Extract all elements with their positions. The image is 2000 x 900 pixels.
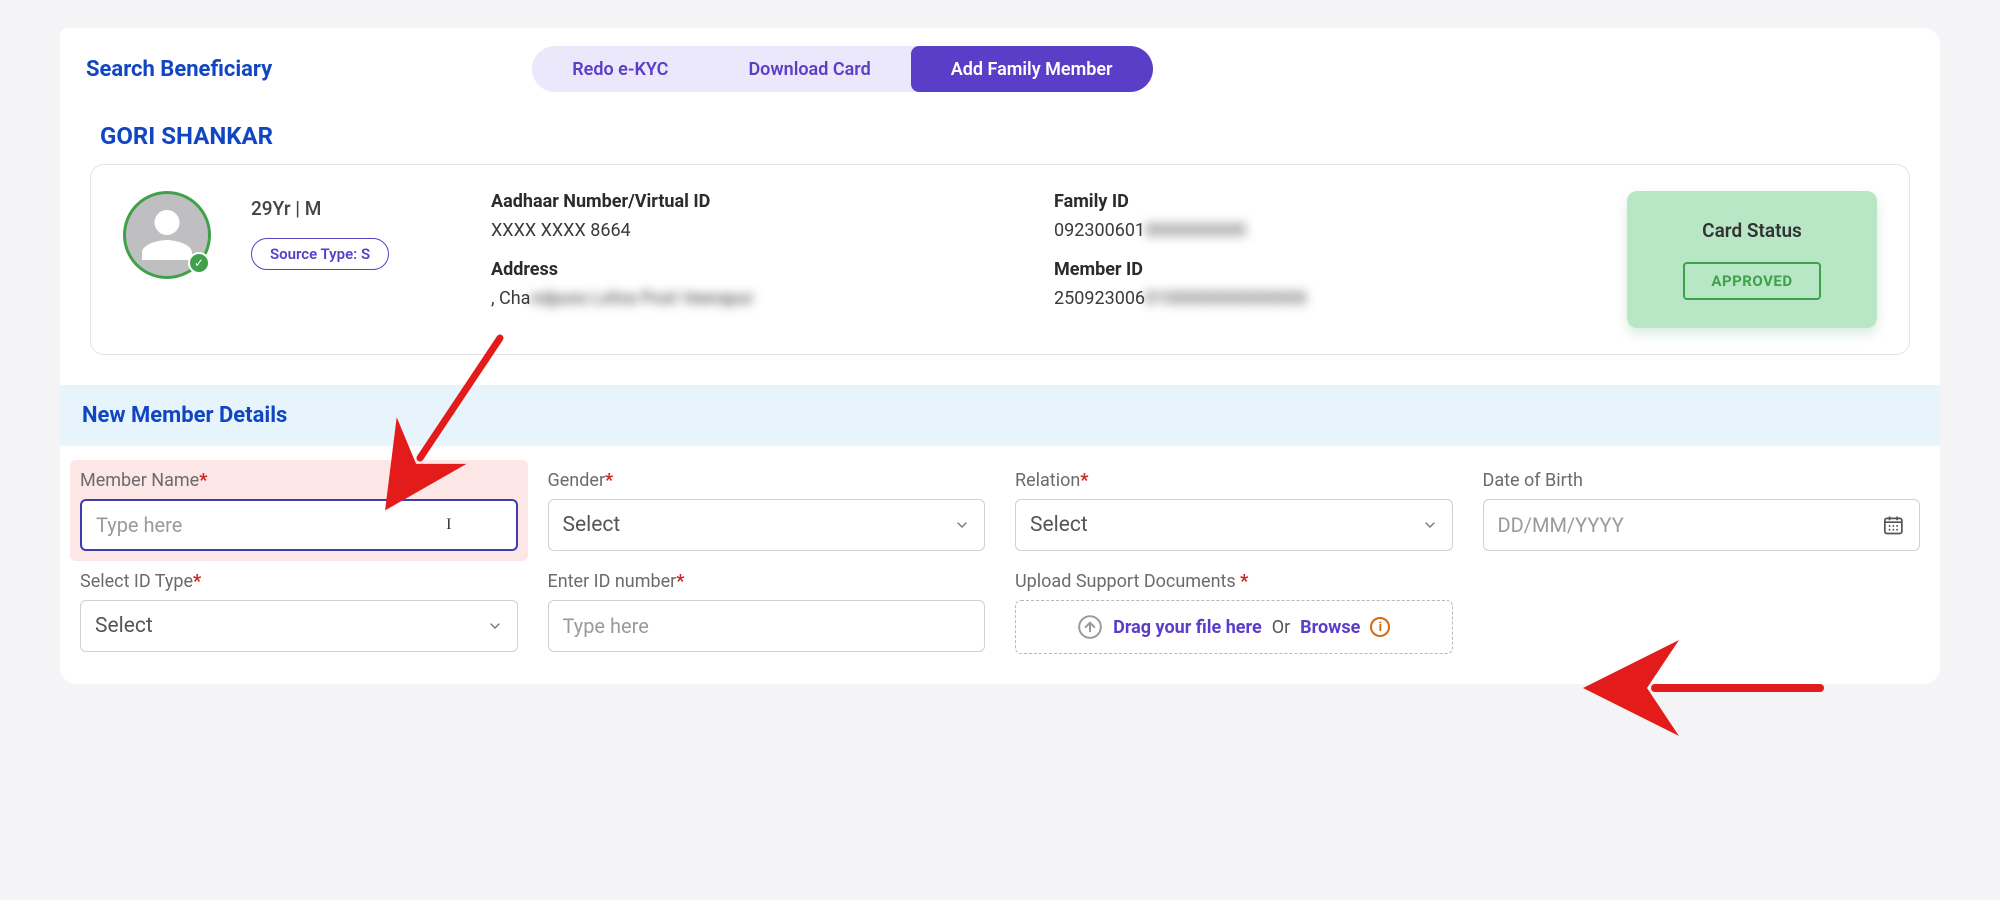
address-label: Address [491, 259, 1024, 280]
family-id-value: 0923006010000000000 [1054, 220, 1587, 241]
card-status-box: Card Status APPROVED [1627, 191, 1877, 328]
id-number-cell: Enter ID number* [548, 571, 986, 654]
info-grid: Aadhaar Number/Virtual ID XXXX XXXX 8664… [491, 191, 1587, 309]
member-name-input-wrap: I [80, 499, 518, 551]
gender-label: Gender* [548, 470, 986, 491]
gender-select[interactable]: Select [548, 499, 986, 551]
dob-label: Date of Birth [1483, 470, 1921, 491]
avatar-block: ✓ [123, 191, 211, 279]
relation-cell: Relation* Select [1015, 470, 1453, 551]
aadhaar-value: XXXX XXXX 8664 [491, 220, 1024, 241]
form-row-2: Select ID Type* Select Enter ID number* … [60, 561, 1940, 664]
dob-input[interactable] [1483, 499, 1921, 551]
address-field: Address , Chandpura Lohra Post Veerapur [491, 259, 1024, 309]
id-number-input-wrap [548, 600, 986, 652]
beneficiary-detail-card: ✓ 29Yr | M Source Type: S Aadhaar Number… [90, 164, 1910, 355]
basic-info: 29Yr | M Source Type: S [251, 191, 451, 270]
id-type-cell: Select ID Type* Select [80, 571, 518, 654]
id-type-label: Select ID Type* [80, 571, 518, 592]
gender-cell: Gender* Select [548, 470, 986, 551]
id-number-label: Enter ID number* [548, 571, 986, 592]
avatar: ✓ [123, 191, 211, 279]
annotation-arrow-2 [1640, 663, 1830, 717]
member-name-input[interactable] [96, 513, 446, 537]
member-id-label: Member ID [1054, 259, 1587, 280]
source-type-chip: Source Type: S [251, 238, 389, 270]
action-tabs: Redo e-KYC Download Card Add Family Memb… [532, 46, 1152, 92]
text-cursor-icon: I [446, 516, 451, 534]
header-row: Search Beneficiary Redo e-KYC Download C… [60, 28, 1940, 102]
verified-tick-icon: ✓ [188, 252, 210, 274]
card-status-label: Card Status [1647, 219, 1857, 242]
user-icon [137, 205, 197, 265]
calendar-icon [1882, 513, 1905, 537]
chevron-down-icon [487, 618, 503, 634]
main-panel: Search Beneficiary Redo e-KYC Download C… [60, 28, 1940, 684]
family-id-field: Family ID 0923006010000000000 [1054, 191, 1587, 241]
beneficiary-name: GORI SHANKAR [60, 102, 1940, 164]
browse-link[interactable]: Browse [1300, 617, 1360, 638]
tab-download-card[interactable]: Download Card [708, 46, 910, 92]
empty-cell [1483, 571, 1921, 654]
new-member-header: New Member Details [60, 385, 1940, 446]
tab-redo-ekyc[interactable]: Redo e-KYC [532, 46, 708, 92]
page-title: Search Beneficiary [86, 57, 272, 82]
member-name-cell: Member Name* I [80, 470, 518, 551]
aadhaar-field: Aadhaar Number/Virtual ID XXXX XXXX 8664 [491, 191, 1024, 241]
upload-icon [1077, 614, 1103, 640]
aadhaar-label: Aadhaar Number/Virtual ID [491, 191, 1024, 212]
member-id-value: 2509230060100000000000000 [1054, 288, 1587, 309]
chevron-down-icon [1422, 517, 1438, 533]
member-name-label: Member Name* [80, 470, 518, 491]
address-value: , Chandpura Lohra Post Veerapur [491, 288, 1024, 309]
tab-add-family-member[interactable]: Add Family Member [911, 46, 1153, 92]
card-status-badge: APPROVED [1683, 262, 1820, 300]
relation-label: Relation* [1015, 470, 1453, 491]
id-number-input[interactable] [563, 614, 971, 638]
chevron-down-icon [954, 517, 970, 533]
id-type-select[interactable]: Select [80, 600, 518, 652]
family-id-label: Family ID [1054, 191, 1587, 212]
upload-dropzone[interactable]: Drag your file here Or Browse i [1015, 600, 1453, 654]
upload-cell: Upload Support Documents * Drag your fil… [1015, 571, 1453, 654]
upload-label: Upload Support Documents * [1015, 571, 1453, 592]
age-gender: 29Yr | M [251, 197, 451, 220]
form-row-1: Member Name* I Gender* Select Relation* … [60, 446, 1940, 561]
dob-cell: Date of Birth [1483, 470, 1921, 551]
member-id-field: Member ID 2509230060100000000000000 [1054, 259, 1587, 309]
relation-select[interactable]: Select [1015, 499, 1453, 551]
info-icon[interactable]: i [1370, 617, 1390, 637]
